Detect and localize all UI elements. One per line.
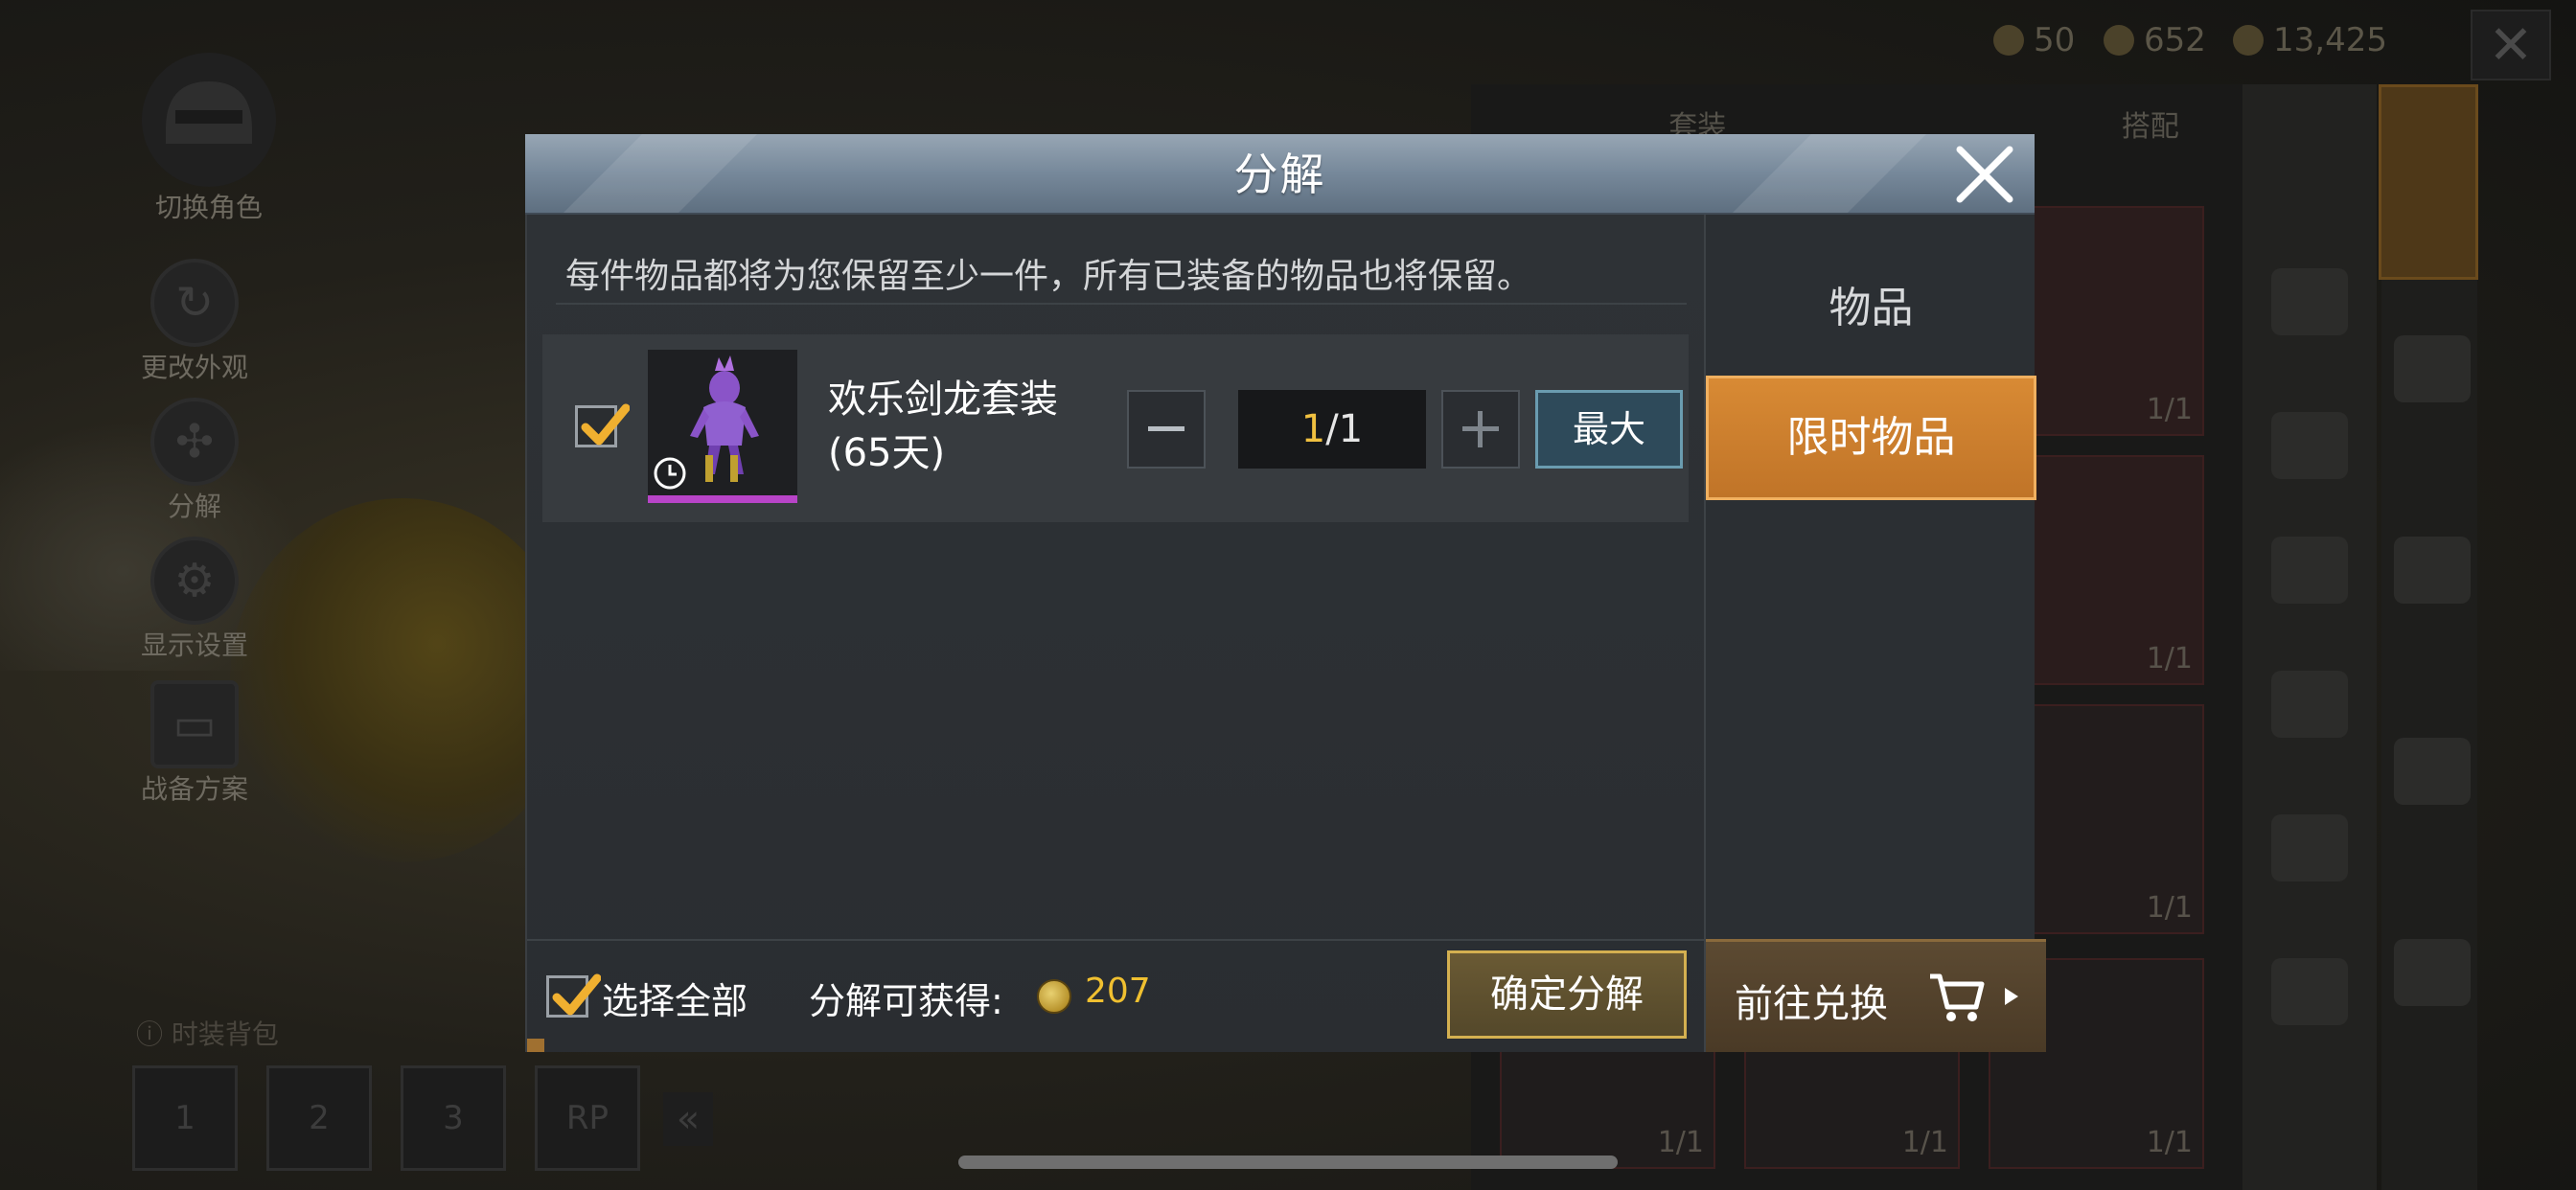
currency-uc: 652 xyxy=(2104,21,2206,59)
confirm-disassemble-button[interactable]: 确定分解 xyxy=(1447,950,1687,1039)
mask-icon[interactable] xyxy=(2271,537,2348,604)
dialog-footer: 选择全部 分解可获得: 207 确定分解 xyxy=(527,939,1704,1052)
arrow-right-icon xyxy=(2005,988,2018,1005)
wardrobe-slot-2[interactable]: 2 xyxy=(266,1065,372,1171)
wardrobe-slot-rp[interactable]: RP xyxy=(535,1065,640,1171)
currency-ticket: 50 xyxy=(1993,21,2075,59)
box-icon[interactable] xyxy=(2394,939,2471,1006)
dialog-body: 每件物品都将为您保留至少一件，所有已装备的物品也将保留。 欢乐剑龙套装 (65天… xyxy=(525,215,2046,1052)
shirt-icon[interactable] xyxy=(2271,412,2348,479)
tab-items[interactable]: 物品 xyxy=(1706,263,2036,355)
decrease-button[interactable] xyxy=(1127,390,1206,469)
jacket-icon[interactable] xyxy=(2271,671,2348,738)
dialog-title: 分解 xyxy=(1233,149,1326,200)
steering-wheel-icon[interactable] xyxy=(2394,537,2471,604)
list-item: 欢乐剑龙套装 (65天) 1/1 最大 xyxy=(542,334,1689,522)
wardrobe-label: ⓘ 时装背包 xyxy=(136,1018,279,1050)
item-list-pane: 每件物品都将为您保留至少一件，所有已装备的物品也将保留。 欢乐剑龙套装 (65天… xyxy=(527,215,1704,1052)
puzzle-icon: ✣ xyxy=(150,398,239,486)
switch-character-button[interactable]: 切换角色 xyxy=(113,53,305,225)
bp-coin-icon xyxy=(2233,25,2264,56)
change-appearance-label: 更改外观 xyxy=(140,352,248,383)
select-all-label: 选择全部 xyxy=(602,980,748,1022)
checkmark-icon xyxy=(581,403,630,446)
home-indicator[interactable] xyxy=(958,1156,1618,1169)
quantity-total: /1 xyxy=(1325,407,1364,451)
currency-bp: 13,425 xyxy=(2233,21,2387,59)
wardrobe-slots: 1 2 3 RP xyxy=(132,1065,640,1171)
quantity-current: 1 xyxy=(1300,407,1326,451)
helmet-icon xyxy=(142,53,276,187)
disassemble-menu-button[interactable]: ✣ 分解 xyxy=(99,398,290,524)
clock-icon xyxy=(654,457,686,490)
uc-icon xyxy=(2104,25,2134,56)
background-close-icon[interactable]: ✕ xyxy=(2471,10,2551,80)
close-icon[interactable] xyxy=(1948,138,2021,211)
retention-notice: 每件物品都将为您保留至少一件，所有已装备的物品也将保留。 xyxy=(556,253,1687,305)
disassemble-dialog: 分解 每件物品都将为您保留至少一件，所有已装备的物品也将保留。 欢乐剑龙套装 (… xyxy=(525,134,2046,1052)
display-settings-label: 显示设置 xyxy=(140,629,248,661)
item-name-title: 欢乐剑龙套装 xyxy=(828,378,1058,422)
item-duration: (65天) xyxy=(828,431,946,475)
hat-icon[interactable] xyxy=(2271,268,2348,335)
item-checkbox[interactable] xyxy=(575,403,630,447)
disassemble-menu-label: 分解 xyxy=(167,491,221,522)
wardrobe-slot-3[interactable]: 3 xyxy=(401,1065,506,1171)
bp-coin-icon xyxy=(1037,979,1071,1014)
item-name: 欢乐剑龙套装 (65天) xyxy=(828,373,1058,480)
parachute-icon[interactable] xyxy=(2394,738,2471,805)
ticket-icon xyxy=(1993,25,2024,56)
display-settings-button[interactable]: ⚙ 显示设置 xyxy=(99,537,290,663)
go-exchange-button[interactable]: 前往兑换 xyxy=(1706,939,2046,1052)
change-appearance-button[interactable]: ↻ 更改外观 xyxy=(99,259,290,385)
item-thumbnail xyxy=(648,350,797,503)
reward-label: 分解可获得: xyxy=(809,980,1003,1022)
reward-value: 207 xyxy=(1085,972,1151,1011)
refresh-icon: ↻ xyxy=(150,259,239,347)
category-tabs: 物品 限时物品 前往兑换 xyxy=(1704,215,2046,1052)
shoes-icon[interactable] xyxy=(2271,958,2348,1025)
switch-character-label: 切换角色 xyxy=(154,192,263,223)
collapse-icon[interactable]: « xyxy=(663,1092,713,1146)
minus-icon xyxy=(1148,426,1184,431)
go-exchange-label: 前往兑换 xyxy=(1735,982,1888,1026)
wardrobe-slot-1[interactable]: 1 xyxy=(132,1065,238,1171)
tab-limited-items[interactable]: 限时物品 xyxy=(1706,376,2036,500)
cart-icon xyxy=(1930,973,1985,1021)
checkmark-icon xyxy=(552,973,601,1016)
corner-accent xyxy=(527,1039,544,1052)
quantity-display: 1/1 xyxy=(1238,390,1426,469)
crate-icon: ▭ xyxy=(150,680,239,768)
dialog-header: 分解 xyxy=(525,134,2035,215)
loadout-plan-label: 战备方案 xyxy=(140,773,248,805)
gear-icon: ⚙ xyxy=(150,537,239,625)
loadout-plan-button[interactable]: ▭ 战备方案 xyxy=(99,680,290,807)
pants-icon[interactable] xyxy=(2271,814,2348,881)
character-avatar[interactable] xyxy=(2379,84,2478,280)
plus-icon xyxy=(1462,411,1499,447)
select-all-checkbox[interactable] xyxy=(546,973,601,1018)
gun-icon[interactable] xyxy=(2394,335,2471,402)
max-button[interactable]: 最大 xyxy=(1535,390,1683,469)
increase-button[interactable] xyxy=(1441,390,1520,469)
